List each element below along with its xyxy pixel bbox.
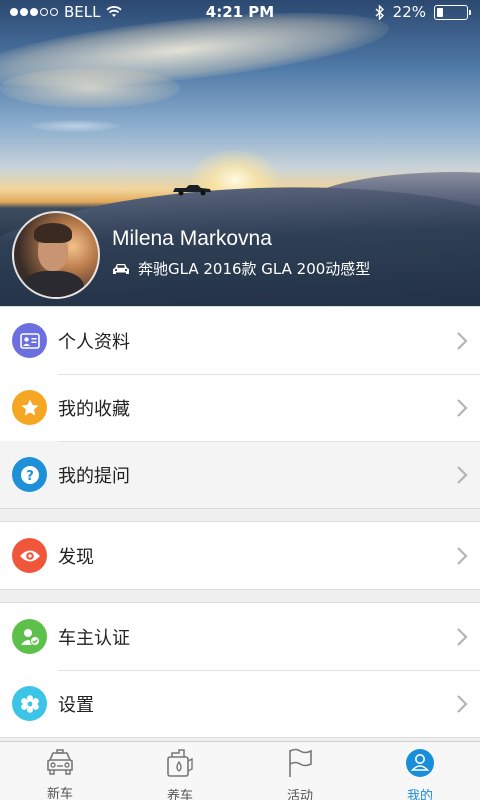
- user-name: Milena Markovna: [112, 227, 272, 250]
- star-icon: [12, 390, 47, 425]
- oil-can-icon: [165, 748, 195, 778]
- question-icon: ?: [12, 457, 47, 492]
- profile-header: BELL 4:21 PM 22% Milena Markovna 奔驰GLA 2…: [0, 0, 480, 306]
- status-right: 22%: [375, 3, 471, 21]
- chevron-right-icon: [457, 399, 468, 417]
- battery-icon: [434, 4, 471, 20]
- car-icon: [113, 263, 129, 274]
- menu-item-label: 发现: [58, 546, 94, 568]
- tab-car-care[interactable]: 养车: [120, 742, 240, 800]
- tab-mine[interactable]: 我的: [360, 742, 480, 800]
- tab-bar: 新车 养车 活动 我的: [0, 741, 480, 800]
- menu-item-settings[interactable]: 设置: [0, 670, 480, 737]
- profile-card-icon: [12, 323, 47, 358]
- avatar[interactable]: [12, 211, 100, 299]
- tab-new-car[interactable]: 新车: [0, 742, 120, 800]
- user-verified-icon: [12, 619, 47, 654]
- svg-text:?: ?: [26, 469, 34, 484]
- chevron-right-icon: [457, 466, 468, 484]
- menu-item-label: 个人资料: [58, 331, 130, 353]
- cloud: [30, 120, 120, 132]
- menu-group: 发现: [0, 521, 480, 590]
- menu-item-label: 车主认证: [58, 627, 130, 649]
- chevron-right-icon: [457, 628, 468, 646]
- menu-item-label: 我的提问: [58, 465, 130, 487]
- user-circle-icon: [405, 748, 435, 778]
- car-model: 奔驰GLA 2016款 GLA 200动感型: [138, 260, 371, 278]
- menu-item-owner-verification[interactable]: 车主认证: [0, 603, 480, 670]
- menu-group: 个人资料 我的收藏 ? 我的提问: [0, 306, 480, 509]
- menu-item-profile[interactable]: 个人资料: [0, 307, 480, 374]
- menu-item-label: 我的收藏: [58, 398, 130, 420]
- menu-item-label: 设置: [58, 694, 94, 716]
- tab-label: 新车: [46, 787, 73, 800]
- menu-item-favorites[interactable]: 我的收藏: [0, 374, 480, 441]
- tab-label: 活动: [286, 789, 313, 800]
- tab-label: 我的: [406, 789, 433, 800]
- battery-percent: 22%: [392, 3, 426, 21]
- truck-silhouette: [173, 185, 211, 196]
- status-bar: BELL 4:21 PM 22%: [0, 0, 480, 24]
- bluetooth-icon: [375, 4, 384, 20]
- chevron-right-icon: [457, 695, 468, 713]
- menu-list: 个人资料 我的收藏 ? 我的提问 发现 车主认证 设置: [0, 306, 480, 738]
- menu-item-questions[interactable]: ? 我的提问: [0, 441, 480, 508]
- chevron-right-icon: [457, 332, 468, 350]
- user-car: 奔驰GLA 2016款 GLA 200动感型: [112, 258, 370, 279]
- car-front-icon: [45, 748, 75, 776]
- battery-fill: [437, 7, 444, 17]
- tab-label: 养车: [166, 789, 193, 800]
- settings-icon: [12, 686, 47, 721]
- cloud: [0, 68, 180, 108]
- chevron-right-icon: [457, 547, 468, 565]
- tab-activities[interactable]: 活动: [240, 742, 360, 800]
- menu-item-discover[interactable]: 发现: [0, 522, 480, 589]
- flag-icon: [285, 748, 315, 778]
- menu-group: 车主认证 设置: [0, 602, 480, 738]
- eye-icon: [12, 538, 47, 573]
